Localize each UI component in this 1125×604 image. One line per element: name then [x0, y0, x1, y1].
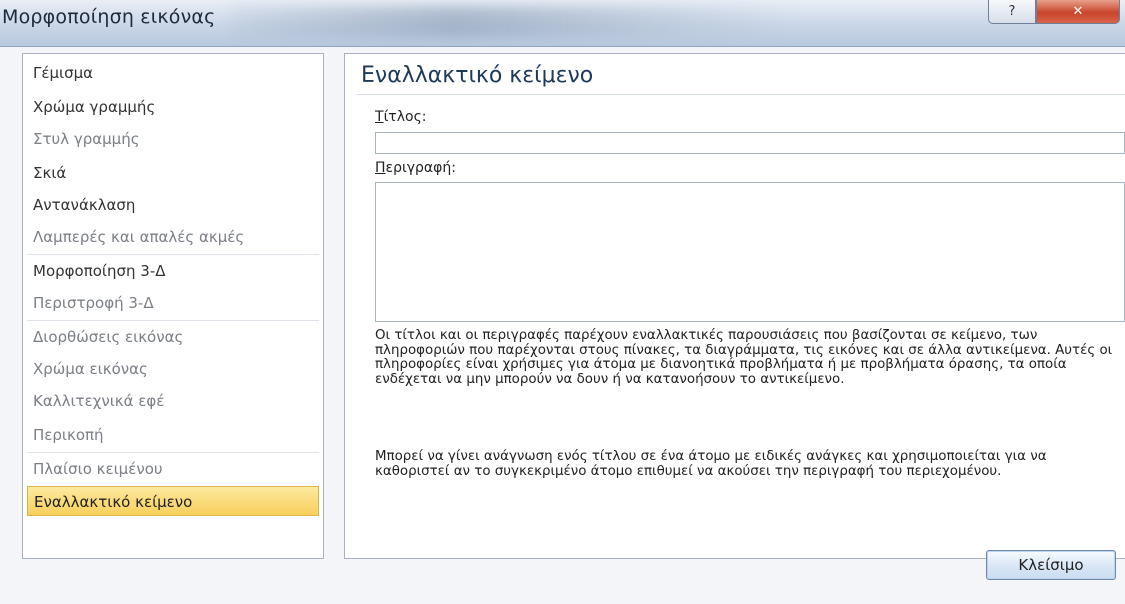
nav-item-picture-corrections[interactable]: Διορθώσεις εικόνας	[27, 322, 319, 352]
dialog-body: Γέμισμα Χρώμα γραμμής Στυλ γραμμής Σκιά …	[0, 47, 1125, 604]
alt-text-info-paragraph-2: Μπορεί να γίνει ανάγνωση ενός τίτλου σε …	[375, 449, 1047, 479]
nav-item-alt-text[interactable]: Εναλλακτικό κείμενο	[27, 486, 319, 516]
content-panel: Εναλλακτικό κείμενο Τίτλος: Περιγραφή: Ο…	[344, 53, 1125, 559]
close-icon: ✕	[1072, 4, 1084, 19]
nav-item-3d-rotation[interactable]: Περιστροφή 3-Δ	[27, 288, 319, 318]
nav-item-shadow[interactable]: Σκιά	[27, 158, 319, 188]
title-bar-background-blur	[230, 6, 790, 38]
nav-separator	[27, 254, 319, 255]
nav-item-crop[interactable]: Περικοπή	[27, 420, 319, 450]
window-title: Μορφοποίηση εικόνας	[2, 6, 216, 28]
alt-text-info-paragraph: Οι τίτλοι και οι περιγραφές παρέχουν ενα…	[375, 328, 1113, 387]
description-input[interactable]	[375, 182, 1125, 322]
nav-item-line-style[interactable]: Στυλ γραμμής	[27, 124, 319, 154]
page-title: Εναλλακτικό κείμενο	[361, 63, 594, 88]
nav-item-artistic-effects[interactable]: Καλλιτεχνικά εφέ	[27, 386, 319, 416]
title-input[interactable]	[375, 132, 1125, 154]
close-button[interactable]: Κλείσιμο	[986, 550, 1116, 580]
nav-item-line-color[interactable]: Χρώμα γραμμής	[27, 92, 319, 122]
description-label: Περιγραφή:	[375, 160, 456, 176]
nav-item-fill[interactable]: Γέμισμα	[27, 58, 319, 88]
category-list: Γέμισμα Χρώμα γραμμής Στυλ γραμμής Σκιά …	[22, 53, 324, 559]
window-close-button[interactable]: ✕	[1036, 0, 1120, 24]
nav-item-glow-soft-edges[interactable]: Λαμπερές και απαλές ακμές	[27, 222, 319, 252]
help-icon: ?	[1008, 4, 1016, 19]
nav-item-reflection[interactable]: Αντανάκλαση	[27, 190, 319, 220]
title-bar: Μορφοποίηση εικόνας ? ✕	[0, 0, 1125, 47]
nav-item-text-box[interactable]: Πλαίσιο κειμένου	[27, 454, 319, 484]
nav-separator	[27, 452, 319, 453]
nav-item-picture-color[interactable]: Χρώμα εικόνας	[27, 354, 319, 384]
nav-separator	[27, 320, 319, 321]
nav-item-3d-format[interactable]: Μορφοποίηση 3-Δ	[27, 256, 319, 286]
help-button[interactable]: ?	[988, 0, 1036, 24]
title-label: Τίτλος:	[375, 109, 427, 125]
heading-divider	[357, 94, 1125, 95]
